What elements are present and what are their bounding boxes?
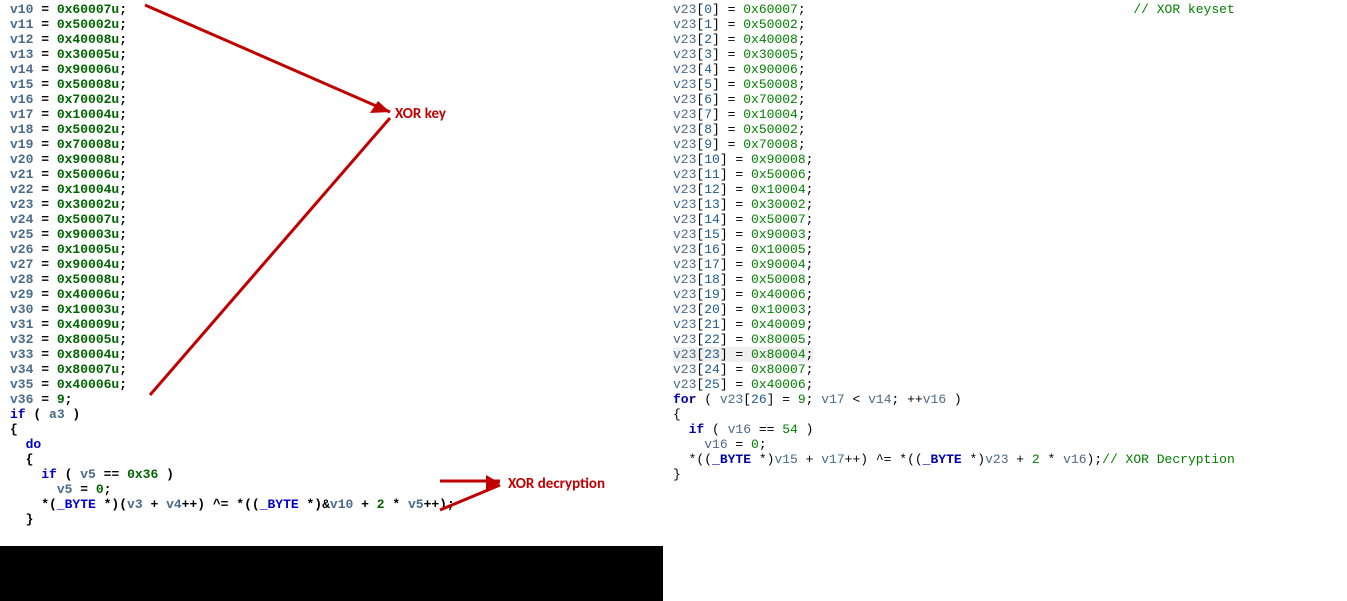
black-redaction-box (0, 546, 663, 601)
right-code-block: v23[0] = 0x60007; // XOR keyset v23[1] =… (673, 0, 1347, 484)
xor-key-label: XOR key (395, 105, 446, 123)
xor-decrypt-label: XOR decryption (508, 475, 605, 493)
left-code-block: v10 = 0x60007u; v11 = 0x50002u; v12 = 0x… (0, 0, 663, 529)
right-code-panel: v23[0] = 0x60007; // XOR keyset v23[1] =… (663, 0, 1347, 601)
left-code-panel: v10 = 0x60007u; v11 = 0x50002u; v12 = 0x… (0, 0, 663, 601)
